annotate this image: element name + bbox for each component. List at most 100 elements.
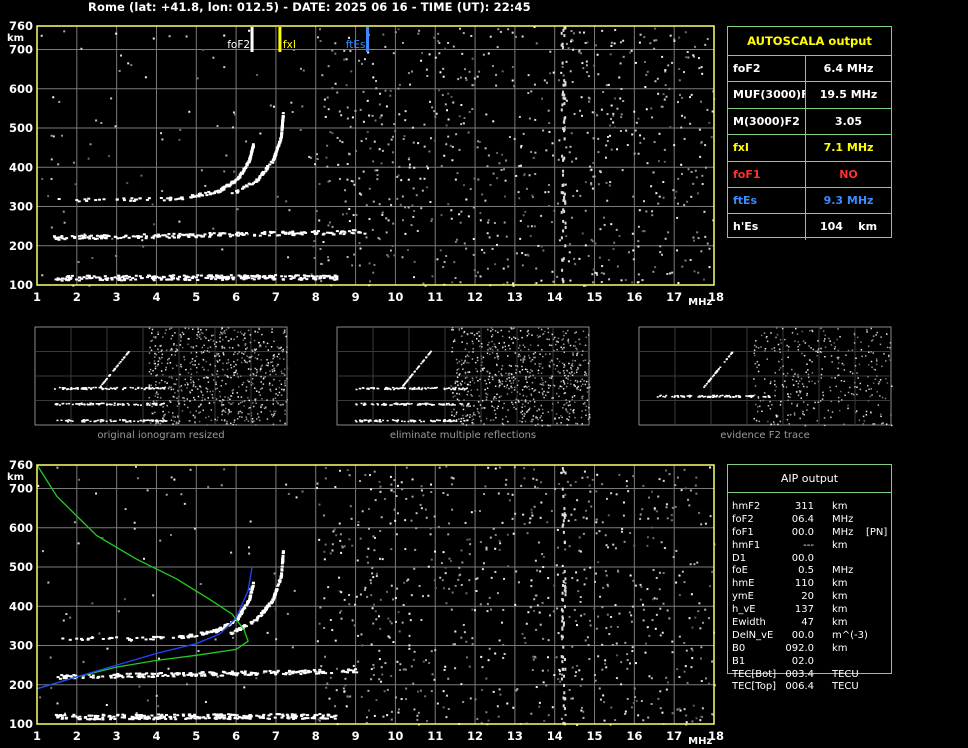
noise-dot [551, 270, 554, 273]
interference-dot [562, 279, 565, 283]
thumbnail-noise [458, 389, 460, 391]
thumbnail-noise [271, 365, 274, 367]
thumbnail-noise [451, 327, 454, 329]
thumbnail-noise [230, 395, 233, 397]
noise-dot [687, 498, 690, 501]
thumbnail-noise [174, 391, 176, 394]
noise-dot [407, 206, 410, 209]
noise-dot [638, 41, 641, 44]
echo-point [103, 275, 107, 278]
noise-dot [676, 216, 679, 219]
noise-dot [584, 639, 587, 642]
thumbnail-noise [271, 331, 273, 333]
noise-dot [344, 189, 347, 192]
echo-point [205, 194, 209, 197]
thumbnail-noise [573, 401, 576, 404]
noise-dot [504, 179, 507, 182]
interference-dot [564, 697, 567, 701]
thumbnail-noise [530, 369, 532, 371]
noise-dot [295, 496, 298, 499]
noise-dot [601, 643, 604, 646]
thumbnail-echo [165, 420, 168, 422]
echo-point [94, 199, 98, 202]
thumbnail-noise [544, 381, 547, 383]
noise-dot [671, 506, 674, 509]
noise-dot [331, 629, 334, 632]
interference-dot [562, 158, 565, 162]
noise-dot [610, 41, 613, 44]
noise-dot [557, 202, 560, 205]
noise-dot [542, 637, 545, 640]
noise-dot [273, 572, 276, 575]
noise-dot [612, 543, 615, 546]
noise-dot [65, 613, 68, 616]
thumbnail-noise [528, 357, 531, 359]
thumbnail-echo [143, 388, 146, 390]
noise-dot [669, 126, 672, 129]
noise-dot [421, 52, 424, 55]
noise-dot [625, 129, 628, 132]
echo-point [248, 714, 252, 717]
noise-dot [610, 706, 613, 709]
thumbnail-noise [583, 402, 586, 405]
noise-dot [683, 71, 686, 74]
thumbnail-noise [269, 370, 271, 372]
thumbnail-echo [113, 402, 116, 404]
noise-dot [333, 528, 336, 531]
thumbnail-noise [572, 352, 574, 354]
noise-dot [444, 572, 447, 575]
echo-point [263, 275, 267, 278]
noise-dot [404, 668, 407, 671]
thumbnail-echo [118, 419, 121, 421]
thumbnail-noise [174, 383, 177, 385]
noise-dot [651, 116, 654, 119]
noise-dot [429, 201, 432, 204]
noise-dot [552, 71, 555, 74]
thumbnail-noise [542, 333, 544, 336]
thumbnail-noise [156, 396, 159, 399]
noise-dot [656, 77, 659, 80]
echo-point [199, 274, 203, 277]
thumbnail-noise [205, 387, 207, 389]
thumbnail-noise [156, 374, 158, 376]
noise-dot [445, 694, 448, 697]
noise-dot [47, 581, 50, 584]
noise-dot [700, 141, 703, 144]
thumbnail-noise [482, 406, 485, 409]
noise-dot [286, 612, 289, 615]
thumbnail-echo [70, 387, 73, 389]
noise-dot [41, 177, 44, 180]
thumbnail-noise [582, 383, 584, 386]
noise-dot [629, 574, 632, 577]
noise-dot [573, 262, 576, 265]
thumbnail-noise [155, 400, 158, 402]
noise-dot [212, 56, 215, 59]
echo-point [129, 199, 133, 202]
echo-point [174, 718, 178, 721]
noise-dot [608, 184, 611, 187]
thumbnail-noise [245, 348, 247, 350]
noise-dot [146, 699, 149, 702]
thumbnail-noise [183, 403, 186, 406]
noise-dot [508, 499, 511, 502]
echo-point [281, 115, 285, 118]
thumbnail-echo [86, 419, 89, 421]
noise-dot [687, 168, 690, 171]
noise-dot [460, 210, 463, 213]
noise-dot [648, 675, 651, 678]
noise-dot [606, 135, 609, 138]
noise-dot [678, 594, 681, 597]
noise-dot [448, 522, 451, 525]
noise-dot [465, 640, 468, 643]
noise-dot [485, 548, 488, 551]
noise-dot [118, 69, 121, 72]
echo-point [172, 675, 176, 678]
noise-dot [372, 603, 375, 606]
echo-point [134, 672, 138, 675]
noise-dot [494, 263, 497, 266]
thumbnail-echo [147, 419, 150, 421]
interference-dot [560, 210, 563, 214]
noise-dot [704, 235, 707, 238]
thumbnail-noise [215, 345, 217, 348]
noise-dot [403, 581, 406, 584]
